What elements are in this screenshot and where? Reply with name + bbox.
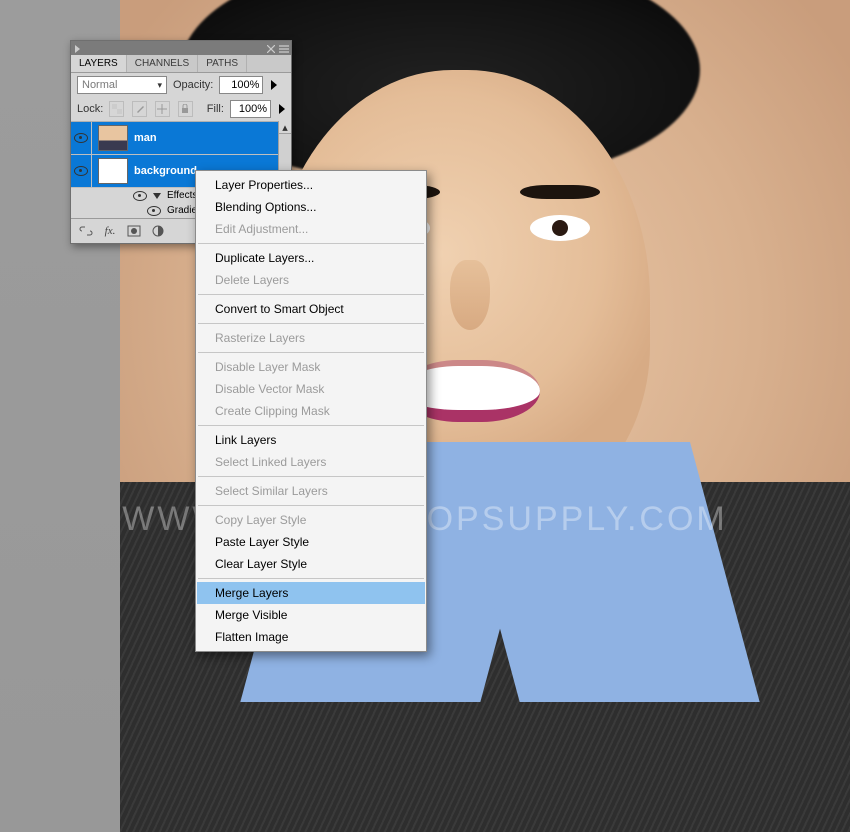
menu-layer-properties[interactable]: Layer Properties... — [197, 174, 425, 196]
opacity-slider-icon[interactable] — [271, 80, 277, 90]
tab-channels[interactable]: CHANNELS — [127, 55, 198, 72]
opacity-label: Opacity: — [173, 79, 213, 91]
portrait-brow — [520, 185, 600, 199]
eye-icon[interactable] — [147, 206, 161, 216]
fill-slider-icon[interactable] — [279, 104, 285, 114]
menu-merge-visible[interactable]: Merge Visible — [197, 604, 425, 626]
lock-transparency-icon[interactable] — [109, 101, 124, 117]
panel-tabs: LAYERS CHANNELS PATHS — [71, 55, 291, 73]
layer-context-menu: Layer Properties... Blending Options... … — [195, 170, 427, 652]
menu-create-clipping-mask: Create Clipping Mask — [197, 400, 425, 422]
lock-fill-row: Lock: Fill: 100% — [71, 97, 291, 121]
triangle-down-icon[interactable] — [153, 193, 161, 199]
adjustment-layer-icon[interactable] — [149, 223, 167, 239]
menu-link-layers[interactable]: Link Layers — [197, 429, 425, 451]
menu-delete-layers: Delete Layers — [197, 269, 425, 291]
menu-edit-adjustment: Edit Adjustment... — [197, 218, 425, 240]
menu-separator — [198, 323, 424, 324]
lock-label: Lock: — [77, 103, 103, 115]
menu-paste-layer-style[interactable]: Paste Layer Style — [197, 531, 425, 553]
lock-position-icon[interactable] — [155, 101, 170, 117]
eye-icon — [74, 133, 88, 143]
opacity-input[interactable]: 100% — [219, 76, 263, 94]
layer-thumbnail[interactable] — [98, 158, 128, 184]
layer-thumbnail[interactable] — [98, 125, 128, 151]
layer-visibility-toggle[interactable] — [71, 155, 92, 187]
eye-icon — [74, 166, 88, 176]
chevron-down-icon: ▾ — [157, 80, 162, 91]
menu-separator — [198, 294, 424, 295]
menu-separator — [198, 476, 424, 477]
menu-disable-vector-mask: Disable Vector Mask — [197, 378, 425, 400]
menu-separator — [198, 505, 424, 506]
blend-mode-select[interactable]: Normal ▾ — [77, 76, 167, 94]
fill-label: Fill: — [207, 103, 224, 115]
menu-rasterize-layers: Rasterize Layers — [197, 327, 425, 349]
menu-select-similar-layers: Select Similar Layers — [197, 480, 425, 502]
lock-all-icon[interactable] — [178, 101, 193, 117]
menu-separator — [198, 243, 424, 244]
link-layers-icon[interactable] — [77, 223, 95, 239]
effects-label: Effects — [167, 190, 197, 201]
layer-mask-icon[interactable] — [125, 223, 143, 239]
menu-separator — [198, 352, 424, 353]
menu-clear-layer-style[interactable]: Clear Layer Style — [197, 553, 425, 575]
menu-disable-layer-mask: Disable Layer Mask — [197, 356, 425, 378]
canvas-background: WWW.PHOTOSHOPSUPPLY.COM LAYERS CHANNELS … — [0, 0, 850, 832]
fill-input[interactable]: 100% — [230, 100, 271, 118]
layer-visibility-toggle[interactable] — [71, 122, 92, 154]
blend-opacity-row: Normal ▾ Opacity: 100% — [71, 73, 291, 97]
menu-copy-layer-style: Copy Layer Style — [197, 509, 425, 531]
layer-name: background — [134, 165, 197, 177]
menu-merge-layers[interactable]: Merge Layers — [197, 582, 425, 604]
eye-icon[interactable] — [133, 191, 147, 201]
layer-item-man[interactable]: man — [71, 122, 291, 155]
portrait-nose — [450, 260, 490, 330]
tab-paths[interactable]: PATHS — [198, 55, 247, 72]
menu-duplicate-layers[interactable]: Duplicate Layers... — [197, 247, 425, 269]
lock-pixels-icon[interactable] — [132, 101, 147, 117]
menu-flatten-image[interactable]: Flatten Image — [197, 626, 425, 648]
portrait-eye — [530, 215, 590, 241]
panel-titlebar[interactable] — [71, 41, 291, 55]
scroll-up-icon[interactable]: ▴ — [279, 121, 291, 134]
panel-collapse-icon[interactable] — [75, 44, 83, 52]
menu-blending-options[interactable]: Blending Options... — [197, 196, 425, 218]
menu-convert-smart-object[interactable]: Convert to Smart Object — [197, 298, 425, 320]
blend-mode-value: Normal — [82, 79, 117, 91]
menu-separator — [198, 425, 424, 426]
layer-style-icon[interactable]: fx. — [101, 223, 119, 239]
layer-name: man — [134, 132, 157, 144]
panel-menu-icon[interactable] — [279, 44, 287, 52]
menu-separator — [198, 578, 424, 579]
panel-close-icon[interactable] — [267, 44, 275, 52]
tab-layers[interactable]: LAYERS — [71, 55, 127, 72]
menu-select-linked-layers: Select Linked Layers — [197, 451, 425, 473]
